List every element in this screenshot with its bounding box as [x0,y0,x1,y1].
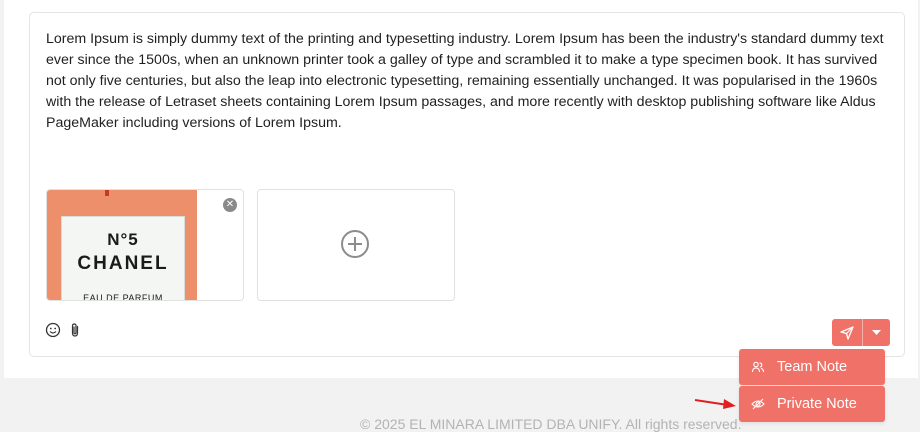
annotation-arrow-icon [694,399,736,409]
send-button[interactable] [832,319,862,346]
add-attachment-button[interactable] [257,189,455,301]
team-note-label: Team Note [777,359,848,375]
send-button-group [832,319,890,346]
message-composer: Lorem Ipsum is simply dummy text of the … [29,12,905,357]
message-input[interactable]: Lorem Ipsum is simply dummy text of the … [46,29,886,134]
private-note-option[interactable]: Private Note [739,386,885,422]
footer-copyright: © 2025 EL MINARA LIMITED DBA UNIFY. All … [360,416,742,432]
send-options-dropdown[interactable] [863,319,890,346]
reply-panel: Lorem Ipsum is simply dummy text of the … [4,0,918,378]
private-note-label: Private Note [777,396,857,412]
plus-circle-icon [341,230,369,258]
attachment-thumbnail[interactable]: N°5 CHANEL EAU DE PARFUM [47,190,197,301]
smiley-icon[interactable] [45,322,61,338]
bottle-string [105,190,109,196]
label-line-3: EAU DE PARFUM [83,293,163,301]
team-note-option[interactable]: Team Note [739,349,885,385]
product-label: N°5 CHANEL EAU DE PARFUM [61,216,185,301]
paperclip-icon[interactable] [67,322,83,338]
attachment-card: N°5 CHANEL EAU DE PARFUM ✕ [46,189,244,301]
close-icon: ✕ [225,199,235,210]
label-line-1: N°5 [107,230,139,249]
caret-down-icon [872,330,881,335]
eye-off-icon [751,398,765,410]
label-line-2: CHANEL [77,253,169,274]
remove-attachment-button[interactable]: ✕ [223,198,237,212]
paper-plane-icon [840,326,854,340]
users-icon [751,361,765,373]
